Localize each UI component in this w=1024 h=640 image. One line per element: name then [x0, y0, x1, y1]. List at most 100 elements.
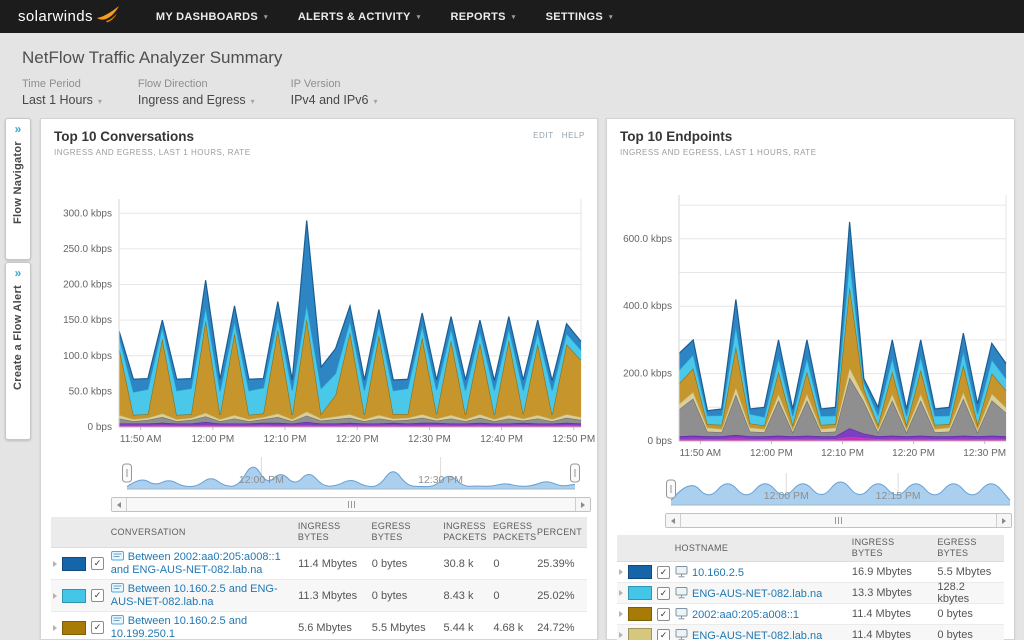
solarwinds-swoosh-icon [96, 5, 120, 23]
panel-title: Top 10 Endpoints [620, 129, 1002, 144]
svg-text:12:40 PM: 12:40 PM [480, 434, 523, 445]
svg-text:12:30 PM: 12:30 PM [963, 448, 1006, 459]
endpoint-link[interactable]: 2002:aa0:205:a008::1 [692, 609, 799, 621]
time-period-dropdown[interactable]: Last 1 Hours▾ [22, 93, 102, 107]
panel-header: Top 10 Endpoints INGRESS AND EGRESS, LAS… [607, 119, 1014, 157]
endpoint-link[interactable]: ENG-AUS-NET-082.lab.na [692, 630, 822, 640]
arrow-right-icon [1002, 518, 1006, 524]
ingress-bytes-cell: 13.3 Mbytes [852, 587, 937, 599]
filter-label: Time Period [22, 78, 102, 90]
endpoints-range-selector[interactable]: 12:00 PM12:15 PM [607, 467, 1014, 513]
flow-direction-dropdown[interactable]: Ingress and Egress▾ [138, 93, 255, 107]
egress-bytes-cell: 0 bytes [372, 590, 444, 602]
scroll-right-button[interactable] [996, 514, 1011, 527]
endpoint-row-2: ✓ ENG-AUS-NET-082.lab.na 13.3 Mbytes 128… [617, 583, 1004, 604]
endpoint-row-4: ✓ ENG-AUS-NET-082.lab.na 11.4 Mbytes 0 b… [617, 625, 1004, 640]
svg-text:12:30 PM: 12:30 PM [408, 434, 451, 445]
panel-top-10-endpoints: Top 10 Endpoints INGRESS AND EGRESS, LAS… [606, 118, 1015, 640]
row-checkbox[interactable]: ✓ [657, 608, 670, 621]
panel-actions: EDIT HELP [533, 131, 585, 140]
page-title: NetFlow Traffic Analyzer Summary [22, 48, 282, 68]
scrollbar-track[interactable] [127, 498, 575, 511]
series-color-swatch [628, 628, 652, 640]
svg-text:200.0 kbps: 200.0 kbps [623, 369, 672, 380]
sidebar-tab-create-flow-alert[interactable]: » Create a Flow Alert [5, 262, 31, 440]
svg-text:300.0 kbps: 300.0 kbps [63, 208, 112, 219]
brand-logo[interactable]: solarwinds [18, 8, 120, 26]
conversation-link[interactable]: Between 10.160.2.5 and ENG-AUS-NET-082.l… [111, 583, 278, 608]
grip-icon [838, 517, 839, 524]
conversation-link[interactable]: Between 2002:aa0:205:a008::1 and ENG-AUS… [111, 551, 281, 576]
panel-subtitle: INGRESS AND EGRESS, LAST 1 HOURS, RATE [620, 148, 1002, 157]
egress-bytes-cell: 0 bytes [937, 629, 1004, 640]
svg-text:600.0 kbps: 600.0 kbps [623, 234, 672, 245]
chevron-down-icon: ▾ [251, 97, 255, 106]
svg-text:12:10 PM: 12:10 PM [264, 434, 307, 445]
chevron-down-icon: ▾ [98, 97, 102, 106]
endpoints-stacked-area-chart: 600.0 kbps400.0 kbps200.0 kbps0 bps11:50… [607, 183, 1014, 465]
sidebar-tab-flow-navigator[interactable]: » Flow Navigator [5, 118, 31, 260]
row-checkbox[interactable]: ✓ [91, 557, 104, 570]
row-checkbox[interactable]: ✓ [657, 566, 670, 579]
egress-bytes-cell: 0 bytes [372, 558, 444, 570]
endpoint-icon [675, 629, 688, 640]
nav-menu-settings[interactable]: SETTINGS ▾ [546, 11, 613, 23]
egress-bytes-cell: 5.5 Mbytes [937, 566, 1004, 578]
screen: solarwinds MY DASHBOARDS ▾ ALERTS & ACTI… [0, 0, 1024, 640]
endpoint-link[interactable]: 10.160.2.5 [692, 567, 744, 579]
expand-caret-icon[interactable] [619, 611, 623, 617]
sidebar-tab-label: Create a Flow Alert [12, 285, 24, 390]
conversations-range-selector[interactable]: 12:00 PM12:30 PM [41, 451, 597, 497]
expand-caret-icon[interactable] [53, 625, 57, 631]
scroll-left-button[interactable] [112, 498, 127, 511]
arrow-right-icon [581, 502, 585, 508]
egress-bytes-cell: 0 bytes [937, 608, 1004, 620]
conversation-icon [111, 583, 124, 594]
row-checkbox[interactable]: ✓ [657, 587, 670, 600]
nav-menu-my-dashboards[interactable]: MY DASHBOARDS ▾ [156, 11, 268, 23]
nav-menu-reports[interactable]: REPORTS ▾ [451, 11, 516, 23]
ip-version-dropdown[interactable]: IPv4 and IPv6▾ [291, 93, 378, 107]
svg-text:0 bps: 0 bps [648, 436, 672, 447]
svg-text:150.0 kbps: 150.0 kbps [63, 315, 112, 326]
svg-text:12:20 PM: 12:20 PM [336, 434, 379, 445]
scrollbar-thumb[interactable] [127, 498, 575, 511]
expand-caret-icon[interactable] [619, 569, 623, 575]
scrollbar-track[interactable] [681, 514, 996, 527]
nav-menu-alerts-activity[interactable]: ALERTS & ACTIVITY ▾ [298, 11, 421, 23]
ingress-bytes-cell: 11.4 Mbytes [298, 558, 372, 570]
svg-text:50.0 kbps: 50.0 kbps [69, 386, 112, 397]
endpoint-link[interactable]: ENG-AUS-NET-082.lab.na [692, 588, 822, 600]
edit-link[interactable]: EDIT [533, 131, 554, 140]
endpoints-table-header: HOSTNAME INGRESSBYTES EGRESSBYTES [617, 535, 1004, 562]
filter-value: IPv4 and IPv6 [291, 93, 369, 107]
expand-caret-icon[interactable] [53, 593, 57, 599]
conversation-icon [111, 551, 124, 562]
arrow-left-icon [117, 502, 121, 508]
nav-menu-label: ALERTS & ACTIVITY [298, 11, 411, 23]
expand-caret-icon[interactable] [53, 561, 57, 567]
endpoint-icon [675, 608, 688, 620]
row-checkbox[interactable]: ✓ [657, 629, 670, 640]
expand-chevrons-icon: » [15, 124, 22, 134]
scroll-left-button[interactable] [666, 514, 681, 527]
row-checkbox[interactable]: ✓ [91, 589, 104, 602]
scroll-right-button[interactable] [575, 498, 590, 511]
col-ingress-packets: INGRESSPACKETS [443, 521, 493, 543]
endpoint-row-3: ✓ 2002:aa0:205:a008::1 11.4 Mbytes 0 byt… [617, 604, 1004, 625]
scrollbar-thumb[interactable] [681, 514, 996, 527]
nav-menu-label: MY DASHBOARDS [156, 11, 258, 23]
expand-caret-icon[interactable] [619, 632, 623, 638]
conversations-table: CONVERSATION INGRESSBYTES EGRESSBYTES IN… [51, 517, 587, 640]
percent-cell: 25.02% [537, 590, 587, 602]
row-checkbox[interactable]: ✓ [91, 621, 104, 634]
help-link[interactable]: HELP [562, 131, 585, 140]
conversation-link[interactable]: Between 10.160.2.5 and 10.199.250.1 [111, 615, 247, 640]
series-color-swatch [628, 607, 652, 621]
egress-bytes-cell: 5.5 Mbytes [372, 622, 444, 634]
svg-text:12:30 PM: 12:30 PM [418, 474, 463, 486]
svg-text:12:15 PM: 12:15 PM [876, 490, 921, 502]
ingress-packets-cell: 8.43 k [444, 590, 494, 602]
expand-caret-icon[interactable] [619, 590, 623, 596]
endpoints-scrollbar [665, 513, 1012, 528]
